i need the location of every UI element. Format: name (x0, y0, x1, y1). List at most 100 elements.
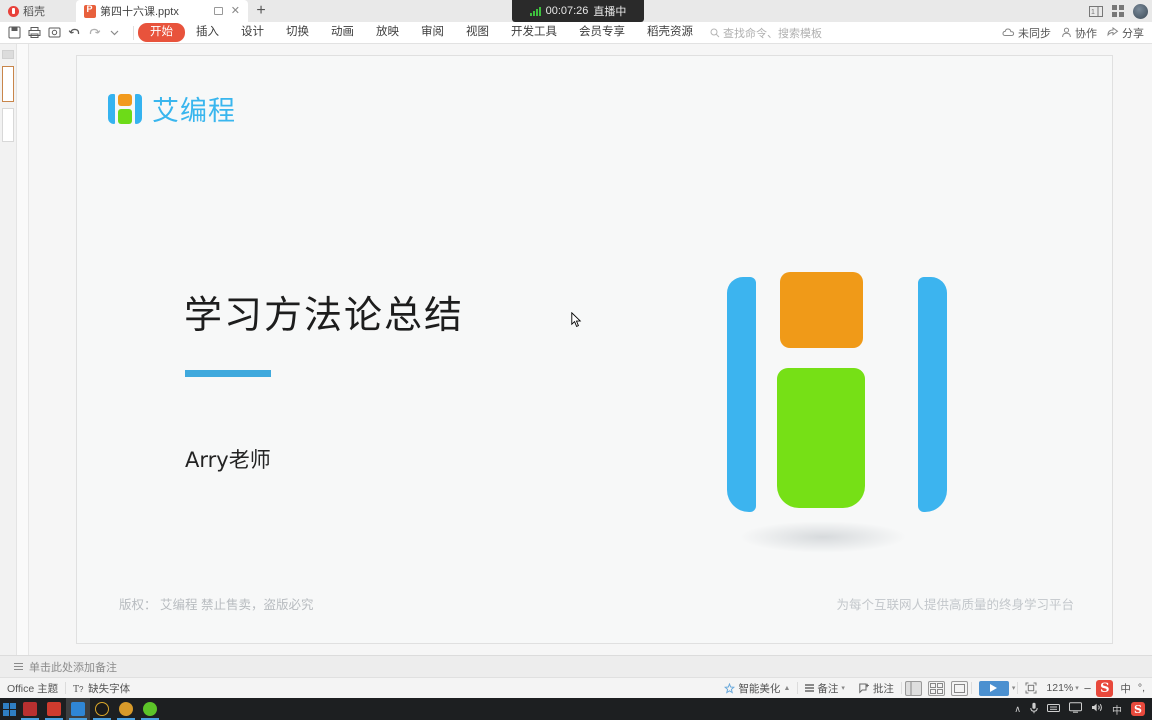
status-missing-font[interactable]: T? 缺失字体 (66, 681, 137, 696)
live-stream-badge[interactable]: 00:07:26 直播中 (512, 0, 644, 22)
undo-icon[interactable] (68, 26, 81, 39)
taskbar-app-4[interactable] (114, 698, 138, 720)
ribbon-tab-insert[interactable]: 插入 (185, 23, 230, 42)
comments-button[interactable]: 批注 (852, 681, 901, 696)
tab-document[interactable]: 第四十六课.pptx ✕ (76, 0, 248, 22)
ribbon-tab-animation[interactable]: 动画 (320, 23, 365, 42)
ribbon-tabs: 开始 插入 设计 切换 动画 放映 审阅 视图 开发工具 会员专享 稻壳资源 (138, 23, 704, 42)
ribbon-tab-developer[interactable]: 开发工具 (500, 23, 568, 42)
docer-icon (8, 5, 19, 17)
app-4-icon (119, 702, 133, 716)
print-preview-icon[interactable] (48, 26, 61, 39)
mouse-right-wing (918, 277, 947, 512)
cloud-sync-label: 未同步 (1018, 27, 1051, 40)
cloud-sync-status[interactable]: 未同步 (1002, 25, 1051, 41)
app-1-icon (23, 702, 37, 716)
ime-options-icon[interactable]: °, (1138, 682, 1152, 694)
collaborate-button[interactable]: 协作 (1061, 25, 1097, 41)
microphone-icon[interactable] (1030, 702, 1038, 717)
mouse-top-button (780, 272, 863, 348)
start-button[interactable] (0, 698, 18, 720)
taskbar-app-1[interactable] (18, 698, 42, 720)
ime-indicator[interactable]: 中 (1113, 681, 1138, 696)
ribbon-bar: 开始 插入 设计 切换 动画 放映 审阅 视图 开发工具 会员专享 稻壳资源 查… (0, 22, 1152, 44)
taskbar-app-wps[interactable] (66, 698, 90, 720)
ribbon-tab-member[interactable]: 会员专享 (568, 23, 636, 42)
beautify-chevron-icon: ▲ (783, 684, 791, 692)
current-slide[interactable]: 艾编程 学习方法论总结 Arry老师 版权： 艾编程 禁止售卖，盗版必究 为每个… (77, 56, 1112, 643)
print-icon[interactable] (28, 26, 41, 39)
ribbon-tab-slideshow[interactable]: 放映 (365, 23, 410, 42)
status-divider-3 (900, 682, 902, 694)
status-theme[interactable]: Office 主题 (0, 681, 65, 696)
zoom-out-button[interactable]: − (1079, 681, 1097, 696)
app-5-icon (143, 702, 157, 716)
title-accent-rule (185, 370, 271, 377)
redo-icon[interactable] (88, 26, 101, 39)
ribbon-tab-review[interactable]: 审阅 (410, 23, 455, 42)
tab-docer[interactable]: 稻壳 (0, 0, 70, 22)
slide-thumbnail-3[interactable] (2, 108, 14, 142)
share-button[interactable]: 分享 (1107, 25, 1144, 41)
volume-icon[interactable] (1091, 702, 1103, 716)
quick-access-toolbar (0, 26, 129, 39)
ribbon-tab-design[interactable]: 设计 (230, 23, 275, 42)
tab-restore-icon[interactable] (213, 7, 223, 15)
keyboard-icon[interactable] (1047, 703, 1060, 716)
new-tab-button[interactable]: + (248, 0, 274, 22)
ribbon-tab-home[interactable]: 开始 (138, 23, 185, 42)
ribbon-tab-docer[interactable]: 稻壳资源 (636, 23, 704, 42)
wps-badge-icon[interactable]: S (1096, 679, 1114, 697)
slide-footer-tagline: 为每个互联网人提供高质量的终身学习平台 (836, 598, 1074, 612)
ribbon-tab-transition[interactable]: 切换 (275, 23, 320, 42)
split-layout-icon[interactable]: 1 (1089, 5, 1103, 17)
play-slideshow-group: ▾ (972, 680, 1018, 696)
save-icon[interactable] (8, 26, 21, 39)
mouse-logo-graphic (717, 261, 957, 591)
speaker-notes-button[interactable]: 备注 ▾ (798, 681, 852, 696)
smart-beautify-button[interactable]: 智能美化 ▲ (717, 681, 797, 696)
collaborate-label: 协作 (1075, 27, 1097, 40)
share-label: 分享 (1122, 27, 1144, 40)
zoom-level-label[interactable]: 121% (1044, 682, 1075, 694)
reading-view-button[interactable] (950, 680, 968, 696)
search-icon (710, 28, 720, 37)
wps-app-icon (71, 702, 85, 716)
speaker-notes-label: 备注 (817, 682, 839, 695)
cloud-sync-icon (1002, 28, 1015, 36)
speaker-notes-icon (805, 684, 815, 692)
tray-ime-indicator[interactable]: 中 (1112, 702, 1122, 717)
user-avatar[interactable] (1133, 3, 1148, 19)
taskbar-app-3[interactable] (90, 698, 114, 720)
fit-slide-button[interactable] (1018, 682, 1044, 694)
ribbon-right-actions: 未同步 协作 分享 (1002, 25, 1152, 41)
display-icon[interactable] (1069, 702, 1082, 716)
status-missing-font-label: 缺失字体 (88, 682, 131, 695)
smart-beautify-label: 智能美化 (738, 682, 781, 695)
slide-thumbnail-2-selected[interactable] (2, 66, 14, 102)
tray-expand-chevron-icon[interactable]: ∧ (1014, 704, 1021, 715)
svg-text:?: ? (79, 685, 84, 694)
app-grid-icon[interactable] (1112, 5, 1124, 17)
live-timer: 00:07:26 (545, 5, 589, 17)
mouse-shadow (739, 521, 907, 553)
notes-placeholder: 单击此处添加备注 (29, 661, 117, 674)
notes-pane[interactable]: 单击此处添加备注 (0, 655, 1152, 677)
normal-view-button[interactable] (904, 680, 922, 696)
slide-thumbnail-1[interactable] (2, 50, 14, 59)
aibiancheng-logo-icon (107, 91, 143, 127)
wps-tray-icon[interactable]: S (1131, 702, 1145, 716)
slide-thumbnail-pane[interactable] (0, 44, 17, 655)
ribbon-tab-view[interactable]: 视图 (455, 23, 500, 42)
tab-close-icon[interactable]: ✕ (231, 5, 240, 17)
play-slideshow-button[interactable] (978, 680, 1009, 696)
taskbar-app-2[interactable] (42, 698, 66, 720)
customize-qat-icon[interactable] (108, 26, 121, 39)
taskbar-app-5[interactable] (138, 698, 162, 720)
ribbon-search-placeholder: 查找命令、搜索模板 (723, 27, 822, 40)
ribbon-search[interactable]: 查找命令、搜索模板 (710, 25, 822, 41)
thumbnail-pane-splitter[interactable] (17, 44, 29, 655)
slide-sorter-button[interactable] (927, 680, 945, 696)
comments-label: 批注 (872, 682, 894, 695)
share-icon (1107, 27, 1119, 37)
